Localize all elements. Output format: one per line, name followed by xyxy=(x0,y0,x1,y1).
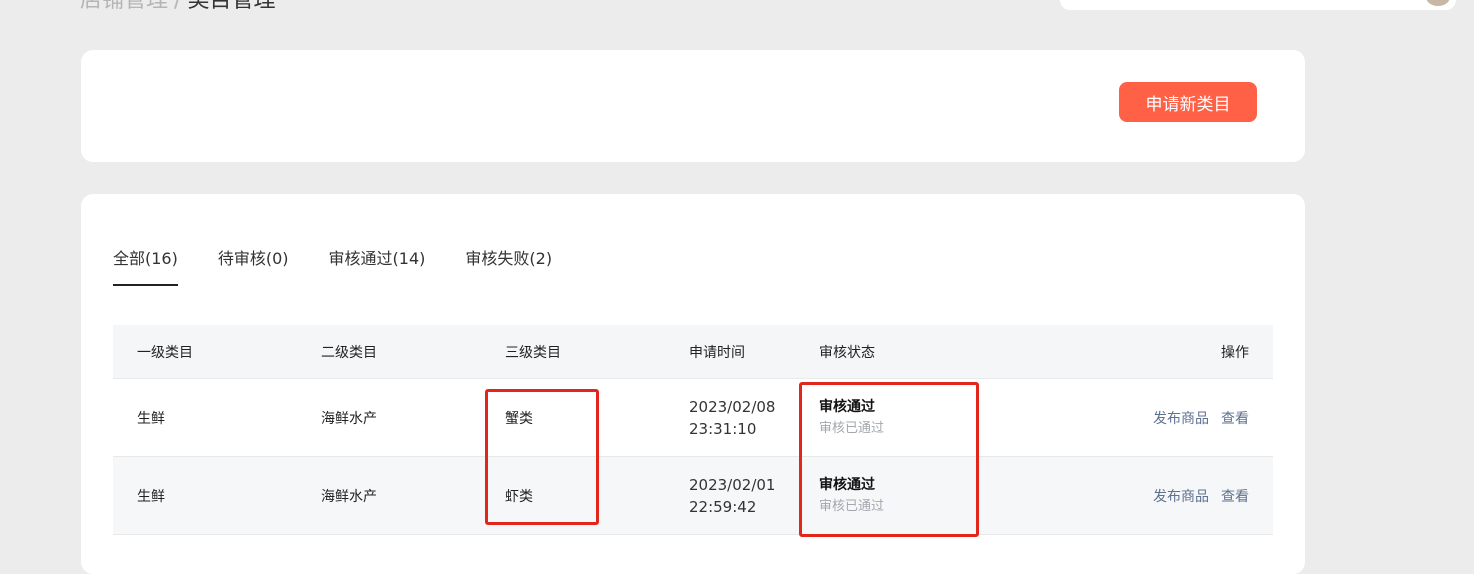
category-list-card: 全部(16) 待审核(0) 审核通过(14) 审核失败(2) 一级类目 二级类目… xyxy=(81,194,1305,574)
column-header-status: 审核状态 xyxy=(819,344,875,361)
apply-time-cell: 2023/02/01 22:59:42 xyxy=(689,457,775,534)
status-detail: 审核已通过 xyxy=(819,420,885,436)
table-row: 生鲜 海鲜水产 蟹类 2023/02/08 23:31:10 审核通过 审核已通… xyxy=(113,379,1273,457)
apply-time-cell: 2023/02/08 23:31:10 xyxy=(689,379,775,456)
level1-cell: 生鲜 xyxy=(137,410,165,427)
tab-rejected[interactable]: 审核失败(2) xyxy=(465,246,552,286)
actions-cell: 发布商品 查看 xyxy=(1141,379,1249,456)
column-header-level1: 一级类目 xyxy=(137,344,193,361)
column-header-actions: 操作 xyxy=(1221,344,1249,361)
level3-cell: 蟹类 xyxy=(505,410,533,427)
search-input[interactable] xyxy=(1060,0,1456,10)
status-cell: 审核通过 审核已通过 xyxy=(819,457,884,534)
view-link[interactable]: 查看 xyxy=(1221,408,1249,428)
column-header-level3: 三级类目 xyxy=(505,344,561,361)
status-badge: 审核通过 xyxy=(819,476,875,493)
publish-product-link[interactable]: 发布商品 xyxy=(1153,486,1209,506)
page-title: 类目管理 xyxy=(187,0,276,13)
apply-new-category-button[interactable]: 申请新类目 xyxy=(1119,82,1257,122)
apply-date: 2023/02/01 xyxy=(689,475,776,494)
apply-date: 2023/02/08 xyxy=(689,397,776,416)
status-badge: 审核通过 xyxy=(819,398,875,415)
breadcrumb-parent[interactable]: 店铺管理 xyxy=(80,0,168,13)
breadcrumb: 店铺管理 / 类目管理 xyxy=(80,0,275,16)
apply-time: 22:59:42 xyxy=(689,497,757,516)
tab-pending[interactable]: 待审核(0) xyxy=(218,246,289,286)
table-header: 一级类目 二级类目 三级类目 申请时间 审核状态 操作 xyxy=(113,325,1273,379)
apply-time: 23:31:10 xyxy=(689,419,757,438)
publish-product-link[interactable]: 发布商品 xyxy=(1153,408,1209,428)
level2-cell: 海鲜水产 xyxy=(321,488,377,505)
level1-cell: 生鲜 xyxy=(137,488,165,505)
table-row: 生鲜 海鲜水产 虾类 2023/02/01 22:59:42 审核通过 审核已通… xyxy=(113,457,1273,535)
status-detail: 审核已通过 xyxy=(819,498,885,514)
action-card: 申请新类目 xyxy=(81,50,1305,162)
status-cell: 审核通过 审核已通过 xyxy=(819,379,884,456)
breadcrumb-separator: / xyxy=(174,0,182,13)
view-link[interactable]: 查看 xyxy=(1221,486,1249,506)
level3-cell: 虾类 xyxy=(505,488,533,505)
level2-cell: 海鲜水产 xyxy=(321,410,377,427)
column-header-apply-time: 申请时间 xyxy=(689,344,745,361)
tab-approved[interactable]: 审核通过(14) xyxy=(329,246,426,286)
status-tabs: 全部(16) 待审核(0) 审核通过(14) 审核失败(2) xyxy=(113,246,552,286)
category-table: 一级类目 二级类目 三级类目 申请时间 审核状态 操作 生鲜 海鲜水产 蟹类 2… xyxy=(113,325,1273,535)
column-header-level2: 二级类目 xyxy=(321,344,377,361)
actions-cell: 发布商品 查看 xyxy=(1141,457,1249,534)
tab-all[interactable]: 全部(16) xyxy=(113,246,178,286)
